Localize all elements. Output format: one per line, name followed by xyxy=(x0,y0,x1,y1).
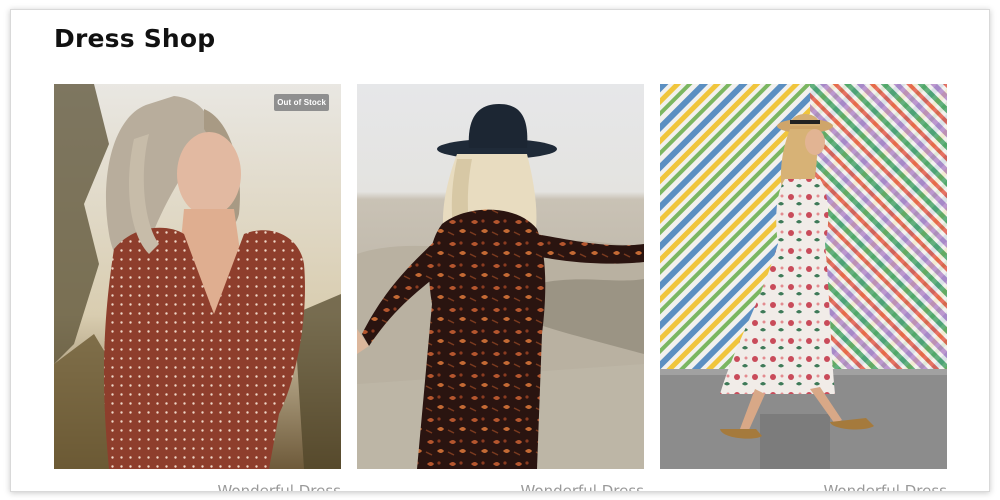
product-name[interactable]: Wonderful Dress xyxy=(520,482,644,491)
product-name[interactable]: Wonderful Dress xyxy=(823,482,947,491)
product-image[interactable] xyxy=(660,84,947,469)
product-card[interactable]: Wonderful Dress xyxy=(357,84,644,491)
product-card[interactable]: Wonderful Dress xyxy=(660,84,947,491)
product-name[interactable]: Wonderful Dress xyxy=(217,482,341,491)
product-grid: Out of Stock Wonderful Dress Wonderful D… xyxy=(54,84,947,491)
product-card[interactable]: Out of Stock Wonderful Dress xyxy=(54,84,341,491)
shop-panel: Dress Shop Out of Stock Wonderful Dress … xyxy=(10,9,990,492)
product-image[interactable] xyxy=(357,84,644,469)
page-title: Dress Shop xyxy=(54,24,216,53)
out-of-stock-badge: Out of Stock xyxy=(274,94,329,111)
product-image[interactable]: Out of Stock xyxy=(54,84,341,469)
